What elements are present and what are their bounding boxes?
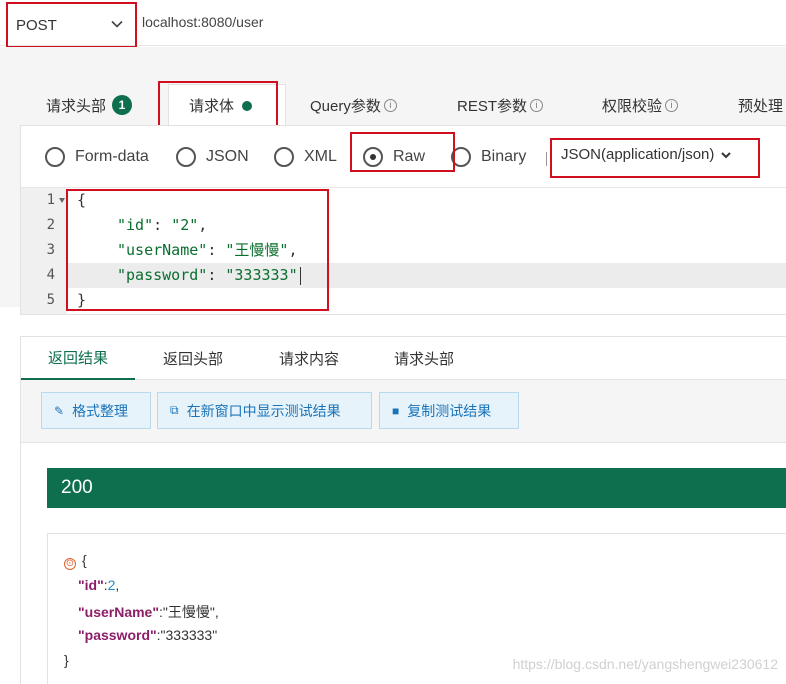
radio-label: XML (304, 148, 337, 165)
active-dot-icon (242, 100, 253, 111)
radio-divider (546, 152, 547, 166)
response-tabs: 返回结果 返回头部 请求内容 请求头部 (21, 337, 786, 380)
tab-label: 请求体 (189, 98, 235, 115)
format-button[interactable]: ✎ 格式整理 (41, 392, 151, 429)
line-number: 1 (46, 192, 55, 208)
json-row-id: "id":2, (78, 577, 120, 593)
radio-circle-icon (45, 147, 65, 167)
radio-circle-icon (176, 147, 196, 167)
line-number: 2 (46, 217, 55, 233)
tab-label: 请求头部 (46, 97, 107, 115)
tab-preprocess[interactable]: 预处理 (738, 84, 783, 126)
url-bar: POST localhost:8080/user (0, 0, 786, 46)
json-row-password: "password":"333333" (78, 627, 218, 643)
code-line: "id": "2", (117, 216, 208, 234)
json-value: "333333" (160, 627, 218, 643)
chevron-down-icon (111, 20, 123, 28)
code-line: } (77, 291, 87, 309)
tab-rest-params[interactable]: REST参数 i (457, 84, 544, 126)
button-label: 在新窗口中显示测试结果 (186, 402, 341, 419)
tab-request-headers-resp[interactable]: 请求头部 (394, 337, 454, 380)
count-badge: 1 (112, 95, 133, 115)
json-close-line: } (64, 652, 69, 668)
url-divider (136, 4, 137, 44)
line-number: 5 (46, 292, 55, 308)
json-value: 2 (107, 577, 116, 593)
info-icon: i (383, 98, 397, 112)
response-toolbar: ✎ 格式整理 ⧉ 在新窗口中显示测试结果 ■ 复制测试结果 (21, 380, 786, 443)
code-editor[interactable]: 1 2 3 4 5 { "id": "2", "userName": "王慢慢"… (21, 188, 786, 314)
copy-icon: ■ (392, 403, 400, 418)
tab-label: REST参数 (457, 97, 528, 115)
line-number: 3 (46, 242, 55, 258)
external-link-icon: ⧉ (170, 403, 179, 417)
response-section: 返回结果 返回头部 请求内容 请求头部 ✎ 格式整理 ⧉ 在新窗口中显示测试结果… (20, 336, 786, 684)
url-input[interactable]: localhost:8080/user (142, 14, 263, 30)
radio-form-data[interactable]: Form-data (45, 145, 149, 169)
request-body-panel: Form-data JSON XML Raw Binary JSON(appli… (20, 125, 786, 315)
content-type-select[interactable]: JSON(application/json) (561, 146, 732, 163)
button-label: 格式整理 (72, 402, 129, 419)
radio-label: Raw (393, 148, 426, 165)
radio-raw[interactable]: Raw (363, 145, 425, 169)
tab-response-result[interactable]: 返回结果 (21, 337, 135, 380)
radio-label: JSON (206, 148, 249, 165)
radio-selected-icon (363, 147, 383, 167)
tab-query-params[interactable]: Query参数 i (310, 84, 397, 126)
collapse-icon[interactable]: ⊙ (64, 557, 76, 570)
copy-result-button[interactable]: ■ 复制测试结果 (379, 392, 519, 429)
tab-label: 预处理 (738, 97, 784, 115)
code-line: { (77, 191, 87, 209)
info-icon: i (530, 98, 544, 112)
tab-response-headers[interactable]: 返回头部 (163, 337, 223, 380)
json-row-username: "userName":"王慢慢", (78, 604, 219, 620)
content-type-label: JSON(application/json) (561, 146, 715, 163)
radio-label: Form-data (75, 148, 149, 165)
watermark: https://blog.csdn.net/yangshengwei230612 (512, 656, 778, 672)
tab-auth[interactable]: 权限校验 i (602, 84, 679, 126)
fold-arrow-icon[interactable] (59, 198, 65, 203)
code-line-text: "password": "333333" (117, 266, 298, 284)
tab-label: Query参数 (310, 97, 381, 115)
tab-request-content[interactable]: 请求内容 (279, 337, 339, 380)
tab-label: 权限校验 (602, 97, 663, 115)
radio-xml[interactable]: XML (274, 145, 337, 169)
radio-binary[interactable]: Binary (451, 145, 526, 169)
button-label: 复制测试结果 (407, 402, 492, 419)
radio-circle-icon (451, 147, 471, 167)
line-number: 4 (46, 267, 55, 283)
tab-request-body[interactable]: 请求体 (168, 84, 286, 126)
json-open-line: ⊙{ (64, 552, 87, 570)
code-line-active: "password": "333333" (67, 263, 786, 288)
open-new-window-button[interactable]: ⧉ 在新窗口中显示测试结果 (157, 392, 372, 429)
radio-circle-icon (274, 147, 294, 167)
request-tabs: 请求头部 1 请求体 Query参数 i REST参数 i 权限校验 i 预处理 (20, 84, 786, 126)
radio-json[interactable]: JSON (176, 145, 249, 169)
json-value: "王慢慢" (162, 604, 215, 620)
tab-request-headers[interactable]: 请求头部 1 (46, 84, 133, 126)
info-icon: i (665, 98, 679, 112)
body-type-radios: Form-data JSON XML Raw Binary JSON(appli… (21, 126, 786, 188)
text-cursor (299, 266, 301, 285)
radio-label: Binary (481, 148, 527, 165)
wand-icon: ✎ (54, 403, 65, 418)
status-code: 200 (61, 477, 93, 498)
method-select[interactable]: POST (8, 4, 136, 46)
method-label: POST (16, 16, 57, 34)
code-line: "userName": "王慢慢", (117, 241, 298, 259)
chevron-down-icon (721, 151, 732, 158)
status-bar: 200 (47, 468, 786, 508)
